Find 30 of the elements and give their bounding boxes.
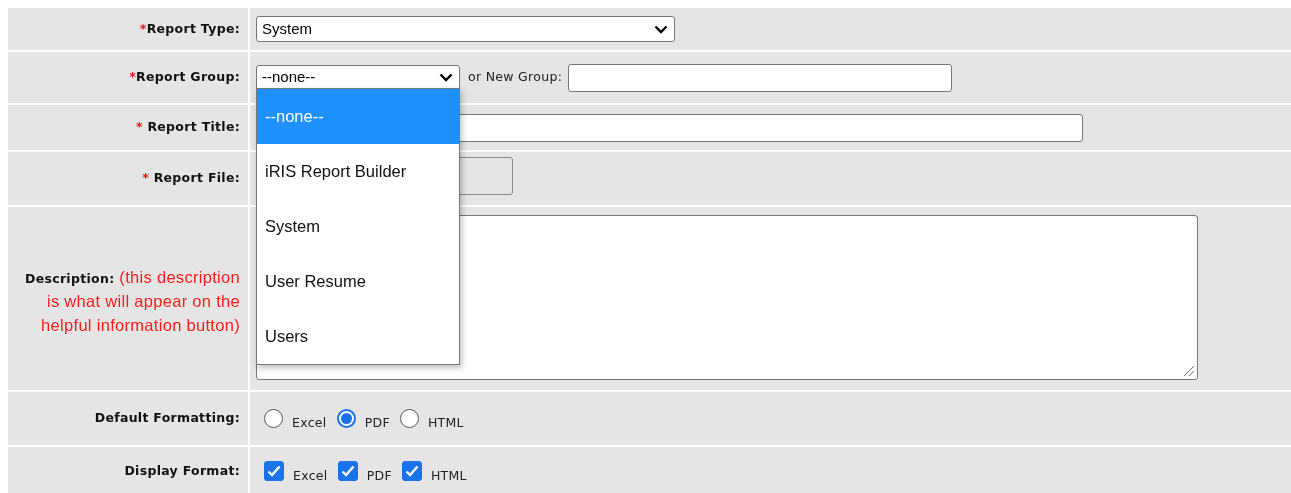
- dropdown-option[interactable]: Users: [257, 309, 459, 364]
- checkbox[interactable]: [401, 461, 422, 481]
- field-label: *Report Group:: [129, 68, 240, 87]
- dropdown-option[interactable]: System: [257, 199, 459, 254]
- description-label: Description: (this description is what will appear on the helpful information button): [24, 266, 240, 336]
- resize-handle-icon[interactable]: [1183, 365, 1195, 377]
- dropdown-option[interactable]: User Resume: [257, 254, 459, 309]
- option-label: PDF: [366, 466, 392, 485]
- checkbox[interactable]: [264, 461, 284, 481]
- dropdown-option[interactable]: iRIS Report Builder: [257, 144, 459, 199]
- radio-button[interactable]: [264, 409, 283, 428]
- option-label: Excel: [292, 414, 327, 433]
- field-label: * Report Title:: [135, 118, 240, 137]
- radio-button[interactable]: [399, 409, 419, 428]
- option-label: Excel: [293, 466, 328, 485]
- field-label: or New Group:: [468, 68, 563, 87]
- field-label: Default Formatting:: [94, 409, 240, 428]
- caret-icon: [654, 24, 668, 34]
- option-label: HTML: [430, 466, 467, 485]
- field-label: Display Format:: [124, 461, 240, 480]
- checkbox[interactable]: [337, 461, 358, 481]
- field-label: *Report Type:: [139, 19, 240, 38]
- radio-button[interactable]: [336, 409, 356, 428]
- select-field[interactable]: --none--: [256, 64, 460, 91]
- field-label: * Report File:: [142, 169, 240, 188]
- option-label: PDF: [364, 414, 390, 433]
- caret-icon: [439, 73, 453, 82]
- option-label: HTML: [427, 414, 464, 433]
- select-field[interactable]: System: [256, 16, 675, 42]
- input-field[interactable]: [568, 63, 953, 92]
